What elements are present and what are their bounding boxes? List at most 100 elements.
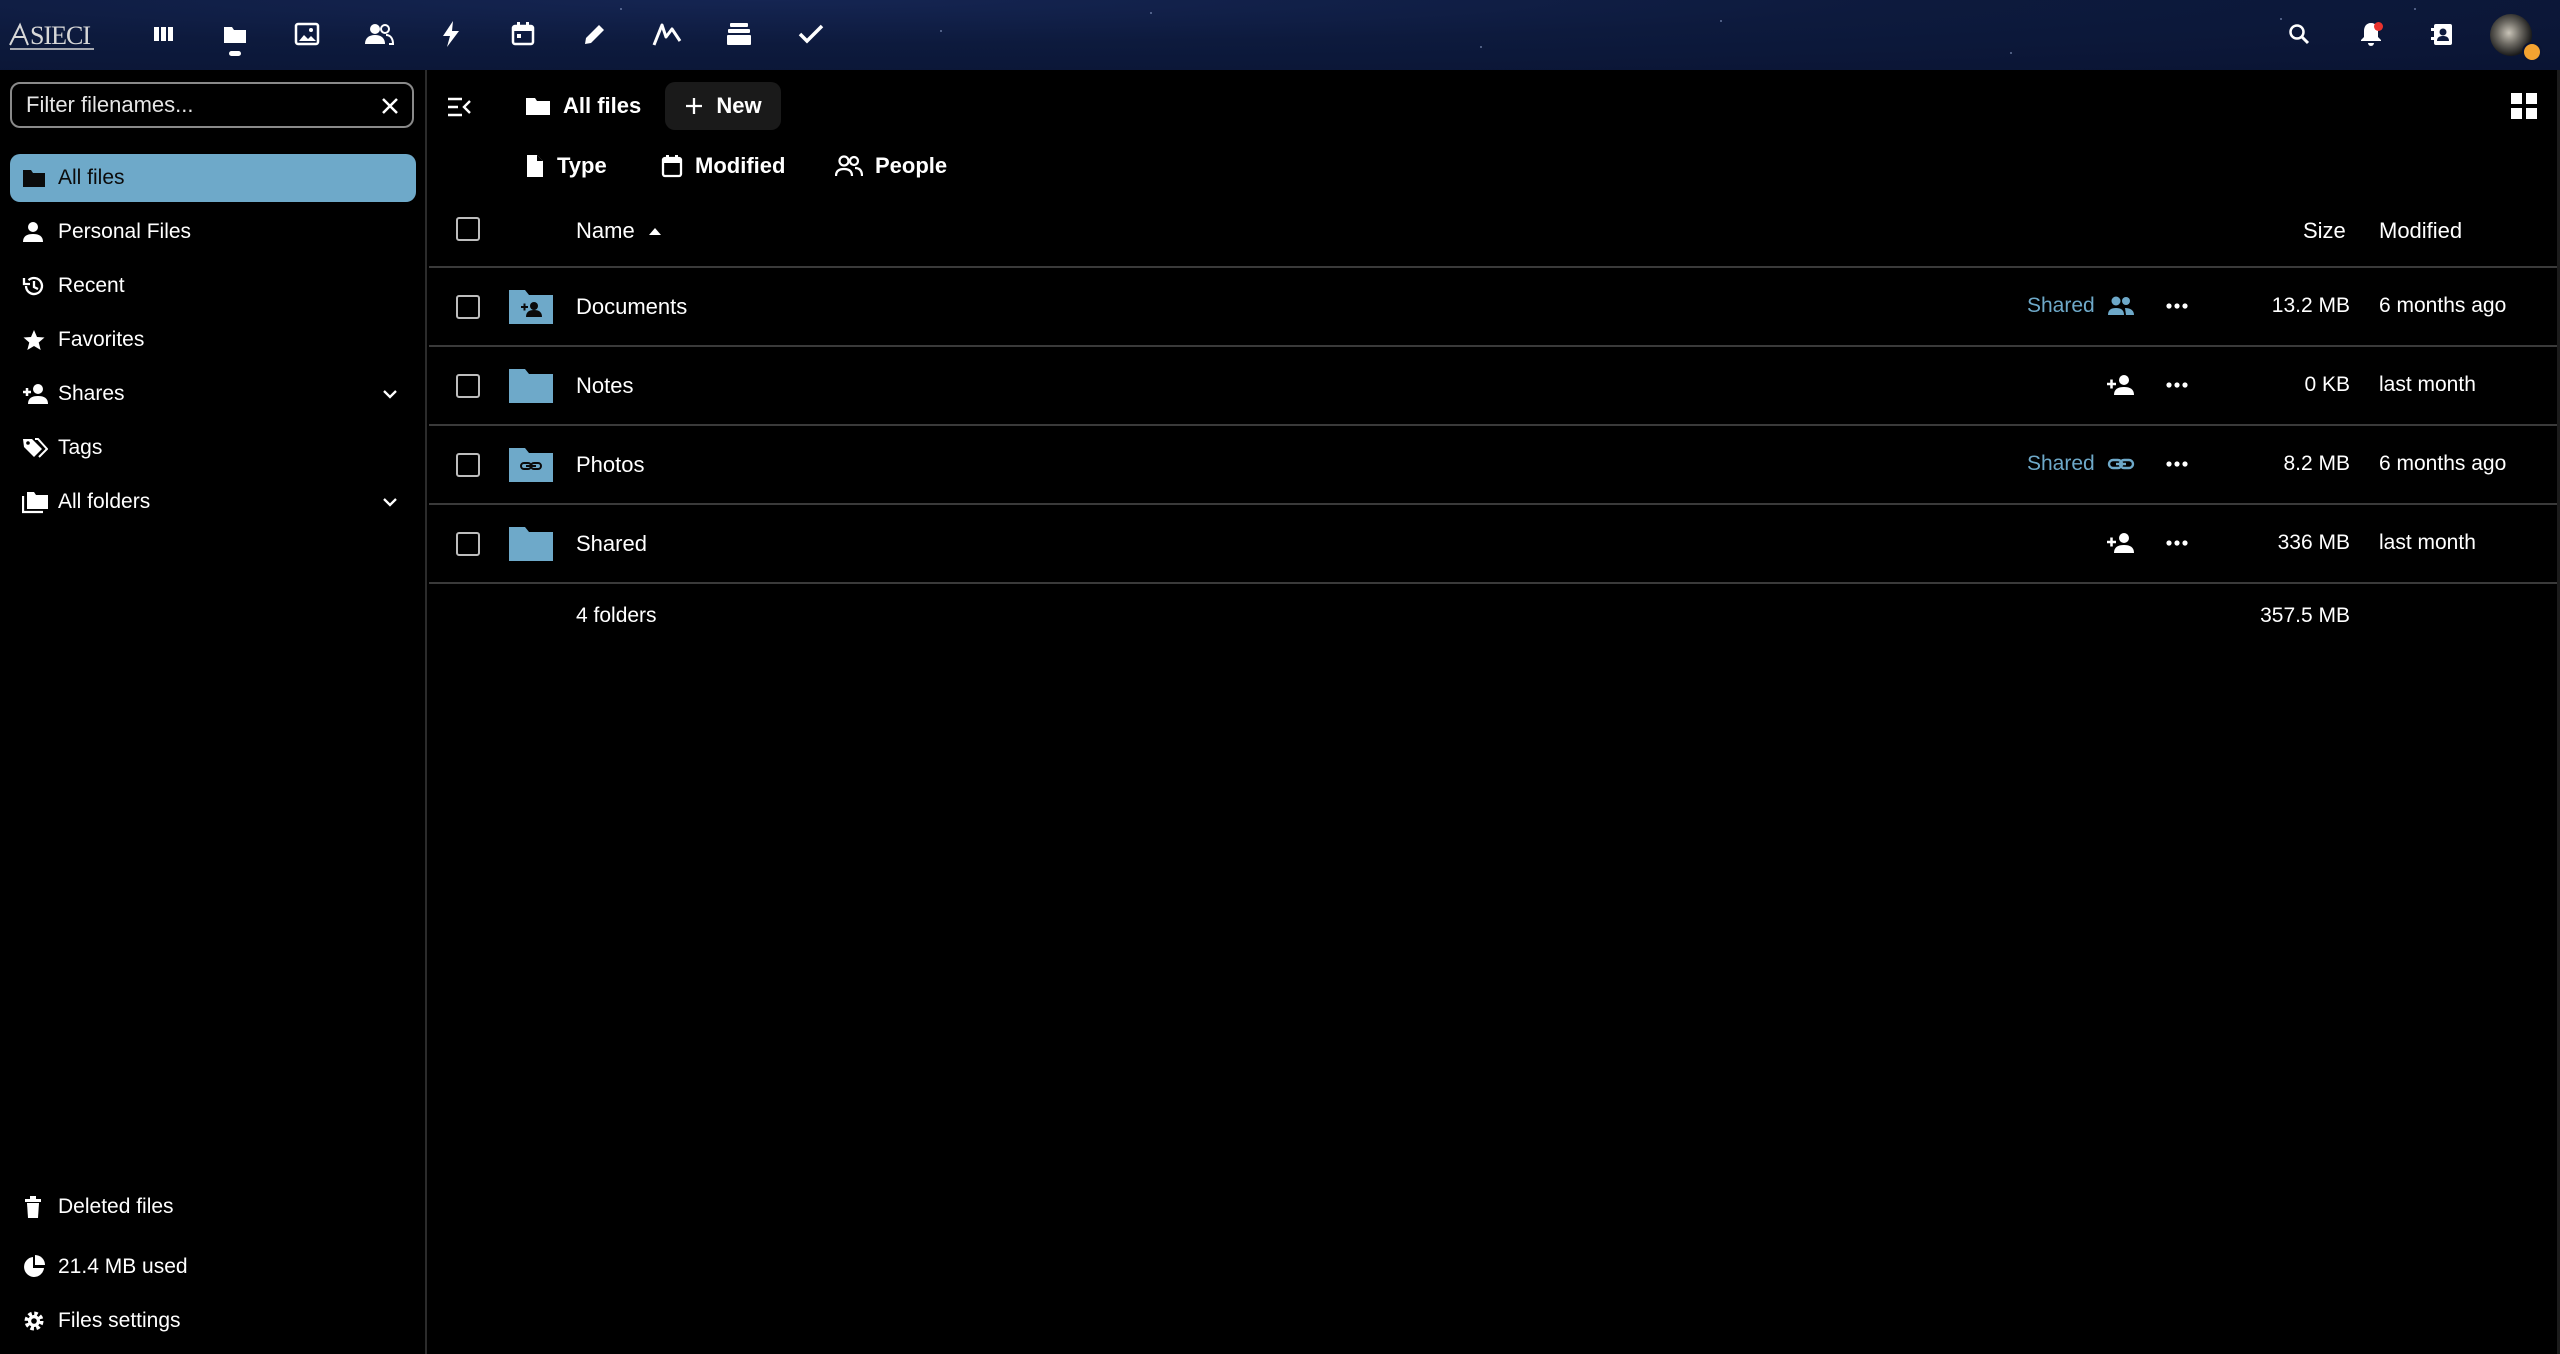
notifications-icon[interactable] — [2347, 12, 2395, 56]
sort-ascending-icon — [648, 228, 661, 235]
column-name-label: Name — [576, 218, 635, 243]
deleted-files-label: Deleted files — [58, 1195, 174, 1218]
files-main: All files New Type Modified People Name … — [429, 70, 2560, 1354]
file-list-summary: 4 folders 357.5 MB — [429, 586, 2560, 646]
sidebar-item-all-files[interactable]: All files — [10, 154, 416, 202]
file-name[interactable]: Photos — [576, 452, 645, 478]
dashboard-icon[interactable] — [139, 12, 187, 56]
sidebar-item-label: All folders — [58, 490, 151, 513]
row-checkbox[interactable] — [456, 295, 480, 319]
sidebar-item-label: Favorites — [58, 328, 145, 351]
column-size-sort[interactable]: Size — [2303, 218, 2346, 244]
filter-modified-button[interactable]: Modified — [661, 144, 785, 188]
filter-people-button[interactable]: People — [835, 144, 947, 188]
shared-group-icon[interactable] — [2105, 292, 2137, 320]
more-actions-icon[interactable] — [2161, 450, 2193, 478]
activity-icon[interactable] — [427, 12, 475, 56]
link-icon[interactable] — [2105, 450, 2137, 478]
column-name-sort[interactable]: Name — [576, 218, 663, 244]
app-logo[interactable]: SIECI — [8, 17, 96, 51]
people-icon — [835, 155, 863, 177]
contacts-menu-icon[interactable] — [2419, 12, 2467, 56]
person-icon — [22, 221, 58, 243]
trash-icon — [22, 1195, 58, 1219]
table-row[interactable]: Documents Shared 13.2 MB 6 months ago — [429, 268, 2560, 347]
folder-count: 4 folders — [576, 604, 657, 627]
contacts-icon[interactable] — [355, 12, 403, 56]
sidebar-item-personal-files[interactable]: Personal Files — [10, 208, 416, 256]
photos-icon[interactable] — [283, 12, 331, 56]
column-modified-sort[interactable]: Modified — [2379, 218, 2462, 244]
table-row[interactable]: Shared 336 MB last month — [429, 505, 2560, 584]
file-size: 13.2 MB — [2271, 294, 2350, 317]
shared-folder-icon — [509, 290, 553, 324]
tasks-icon[interactable] — [787, 12, 835, 56]
more-actions-icon[interactable] — [2161, 292, 2193, 320]
user-status-icon — [2522, 42, 2542, 62]
folders-icon — [22, 490, 58, 514]
file-size: 8.2 MB — [2283, 452, 2350, 475]
notification-badge — [2374, 22, 2383, 31]
sidebar-item-recent[interactable]: Recent — [10, 262, 416, 310]
files-sidebar: All files Personal Files Recent Favorite… — [0, 70, 427, 1354]
chevron-down-icon[interactable] — [378, 382, 402, 406]
sidebar-item-favorites[interactable]: Favorites — [10, 316, 416, 364]
analytics-icon[interactable] — [643, 12, 691, 56]
deleted-files-link[interactable]: Deleted files — [10, 1184, 416, 1230]
pie-chart-icon — [22, 1255, 58, 1279]
breadcrumb-all-files[interactable]: All files — [525, 82, 641, 130]
filter-people-label: People — [875, 153, 948, 178]
share-icon — [22, 383, 58, 405]
filter-type-button[interactable]: Type — [525, 144, 607, 188]
select-all-checkbox[interactable] — [456, 217, 480, 241]
new-button[interactable]: New — [665, 82, 781, 130]
folder-icon — [509, 527, 553, 561]
filter-field[interactable] — [10, 82, 414, 128]
file-modified: 6 months ago — [2379, 452, 2507, 475]
calendar-icon[interactable] — [499, 12, 547, 56]
sidebar-item-shares[interactable]: Shares — [10, 370, 416, 418]
shared-label[interactable]: Shared — [2027, 452, 2095, 476]
files-icon[interactable] — [211, 12, 259, 56]
table-row[interactable]: Notes 0 KB last month — [429, 347, 2560, 426]
row-checkbox[interactable] — [456, 374, 480, 398]
files-settings-label: Files settings — [58, 1309, 181, 1332]
file-name[interactable]: Shared — [576, 531, 647, 557]
table-row[interactable]: Photos Shared 8.2 MB 6 months ago — [429, 426, 2560, 505]
gear-icon — [22, 1309, 58, 1333]
file-name[interactable]: Documents — [576, 294, 687, 320]
clear-filter-icon[interactable] — [378, 94, 402, 118]
chevron-down-icon[interactable] — [378, 490, 402, 514]
filter-type-label: Type — [557, 153, 607, 178]
storage-quota-label: 21.4 MB used — [58, 1255, 188, 1278]
tag-icon — [22, 437, 58, 459]
more-actions-icon[interactable] — [2161, 529, 2193, 557]
share-add-icon[interactable] — [2105, 371, 2137, 399]
toggle-navigation-icon[interactable] — [445, 92, 475, 122]
storage-quota[interactable]: 21.4 MB used — [10, 1244, 416, 1290]
sidebar-item-all-folders[interactable]: All folders — [10, 478, 416, 526]
breadcrumb-label: All files — [563, 93, 642, 118]
shared-label[interactable]: Shared — [2027, 294, 2095, 318]
notes-icon[interactable] — [571, 12, 619, 56]
link-folder-icon — [509, 448, 553, 482]
sidebar-item-label: Recent — [58, 274, 125, 297]
sidebar-item-label: Tags — [58, 436, 103, 459]
file-name[interactable]: Notes — [576, 373, 633, 399]
total-size: 357.5 MB — [2260, 604, 2350, 627]
grid-view-icon[interactable] — [2508, 90, 2540, 122]
sidebar-item-tags[interactable]: Tags — [10, 424, 416, 472]
deck-icon[interactable] — [715, 12, 763, 56]
search-icon[interactable] — [2275, 12, 2323, 56]
share-add-icon[interactable] — [2105, 529, 2137, 557]
files-settings-link[interactable]: Files settings — [10, 1298, 416, 1344]
file-modified: 6 months ago — [2379, 294, 2507, 317]
file-modified: last month — [2379, 531, 2476, 554]
file-size: 0 KB — [2304, 373, 2350, 396]
row-checkbox[interactable] — [456, 532, 480, 556]
file-modified: last month — [2379, 373, 2476, 396]
star-icon — [22, 328, 58, 352]
filter-input[interactable] — [12, 91, 368, 119]
more-actions-icon[interactable] — [2161, 371, 2193, 399]
row-checkbox[interactable] — [456, 453, 480, 477]
